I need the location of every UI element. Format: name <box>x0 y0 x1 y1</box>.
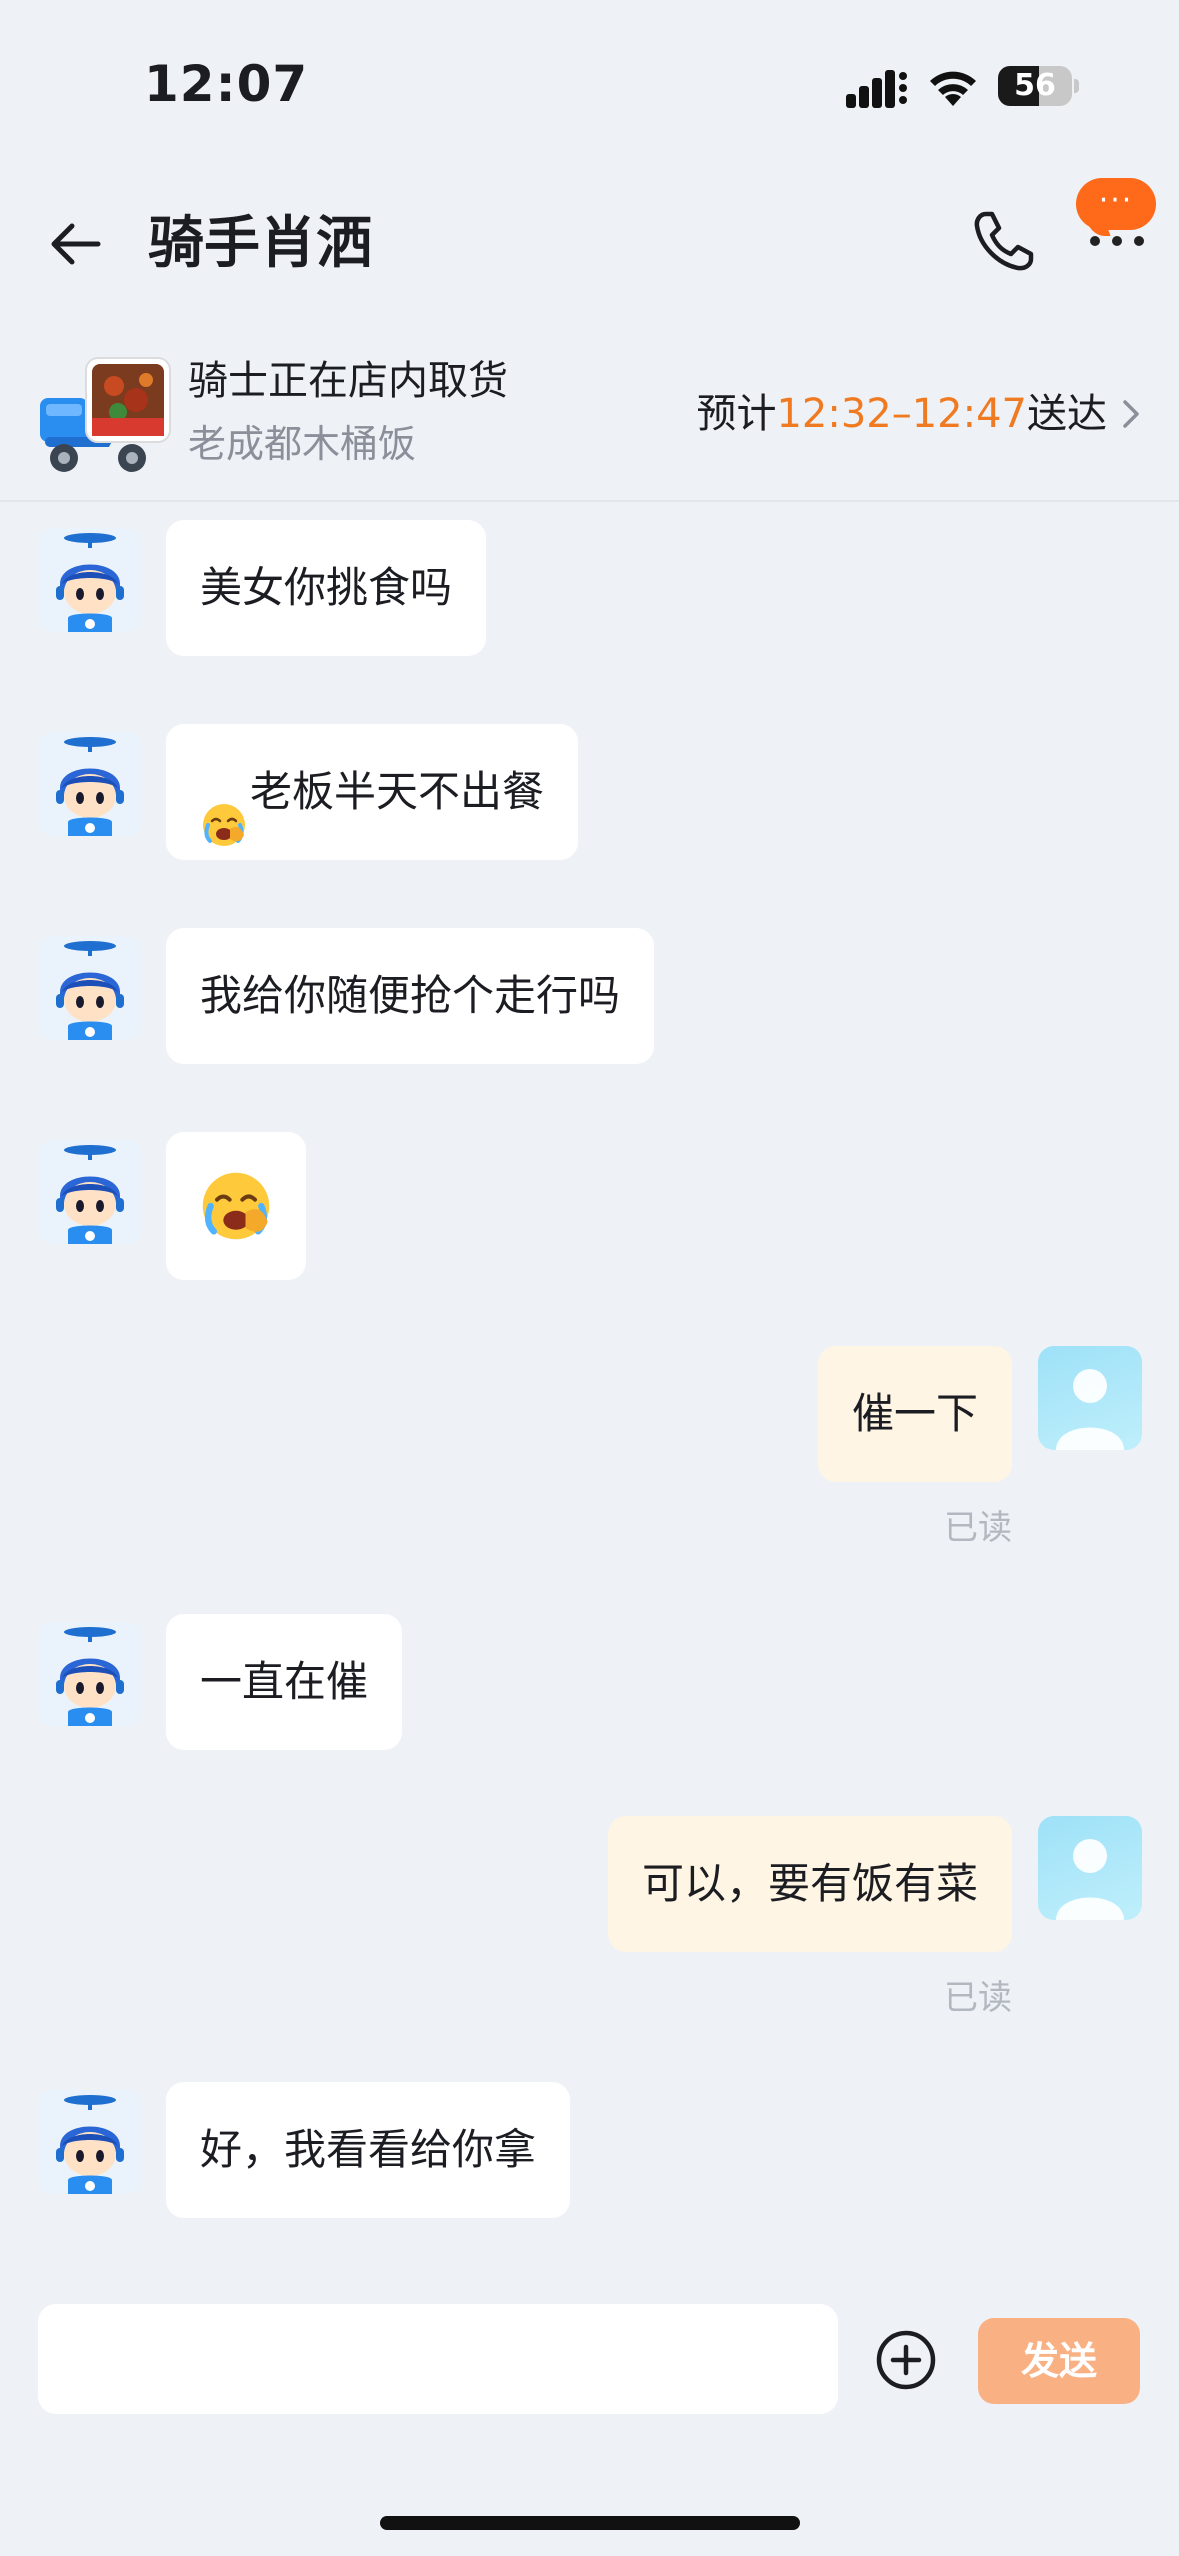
message-text: 我给你随便抢个走行吗 <box>200 971 621 1020</box>
rider-avatar-icon <box>38 936 142 1040</box>
page-title: 骑手肖洒 <box>148 211 372 276</box>
message-text: 催一下 <box>851 1389 978 1438</box>
back-arrow-icon[interactable] <box>44 212 108 276</box>
chat-bubble-badge-icon: ··· <box>1076 178 1156 230</box>
incoming-message-bubble[interactable] <box>166 1132 306 1280</box>
message-text: 可以，要有饭有菜 <box>641 1859 978 1908</box>
incoming-message-bubble[interactable]: 好，我看看给你拿 <box>166 2082 571 2218</box>
delivery-scooter-food-icon <box>40 357 171 472</box>
read-receipt: 已读 <box>944 1508 1012 1548</box>
message-text: 好，我看看给你拿 <box>200 2125 537 2174</box>
outgoing-message-bubble[interactable]: 可以，要有饭有菜 <box>607 1816 1012 1952</box>
incoming-message-bubble[interactable]: 美女你挑食吗 <box>166 520 487 656</box>
message-text: 一直在催 <box>200 1657 369 1706</box>
rider-avatar-icon <box>38 2090 142 2194</box>
user-avatar[interactable] <box>1038 1816 1142 1920</box>
rider-avatar-icon <box>38 528 142 632</box>
eta-time: 12:32–12:47 <box>776 391 1027 437</box>
rider-avatar-icon <box>38 732 142 836</box>
eta-suffix: 送达 <box>1027 391 1107 437</box>
delivery-eta[interactable]: 预计 12:32–12:47 送达 <box>696 386 1143 442</box>
order-status-text: 骑士正在店内取货 <box>188 358 508 404</box>
rider-avatar[interactable] <box>38 528 142 632</box>
incoming-message-bubble[interactable]: 老板半天不出餐 <box>166 724 579 860</box>
crying-face-emoji-icon <box>202 1172 270 1240</box>
status-bar: 12:07 56 <box>0 0 1179 150</box>
crying-face-emoji <box>200 767 248 846</box>
phone-call-icon[interactable] <box>968 206 1040 278</box>
user-avatar[interactable] <box>1038 1346 1142 1450</box>
more-options-button[interactable]: ··· <box>1070 178 1162 278</box>
rider-avatar-icon <box>38 1622 142 1726</box>
shop-name: 老成都木桶饭 <box>188 422 417 466</box>
battery-icon: 56 <box>998 66 1079 106</box>
more-dots-icon <box>1090 236 1146 248</box>
order-status-bar[interactable]: 骑士正在店内取货 老成都木桶饭 预计 12:32–12:47 送达 <box>0 330 1179 502</box>
home-indicator <box>380 2516 800 2530</box>
rider-avatar[interactable] <box>38 2090 142 2194</box>
rider-avatar[interactable] <box>38 732 142 836</box>
message-input[interactable] <box>38 2304 838 2414</box>
incoming-message-bubble[interactable]: 我给你随便抢个走行吗 <box>166 928 655 1064</box>
message-text: 老板半天不出餐 <box>250 767 545 816</box>
rider-avatar[interactable] <box>38 936 142 1040</box>
wifi-icon <box>930 71 976 106</box>
message-text: 美女你挑食吗 <box>200 563 453 612</box>
crying-face-emoji-icon <box>203 803 245 846</box>
cellular-signal-icon <box>846 70 907 108</box>
add-plus-icon[interactable] <box>874 2328 938 2392</box>
outgoing-message-bubble[interactable]: 催一下 <box>817 1346 1012 1482</box>
send-button[interactable]: 发送 <box>978 2318 1140 2404</box>
battery-percentage: 56 <box>1014 68 1056 103</box>
eta-prefix: 预计 <box>696 391 777 437</box>
rider-avatar[interactable] <box>38 1622 142 1726</box>
read-receipt: 已读 <box>944 1978 1012 2018</box>
incoming-message-bubble[interactable]: 一直在催 <box>166 1614 403 1750</box>
rider-avatar[interactable] <box>38 1140 142 1244</box>
user-avatar-icon <box>1056 1369 1124 1450</box>
rider-avatar-icon <box>38 1140 142 1244</box>
user-avatar-icon <box>1056 1839 1124 1920</box>
chevron-right-icon <box>1123 400 1139 428</box>
status-time: 12:07 <box>144 55 309 113</box>
